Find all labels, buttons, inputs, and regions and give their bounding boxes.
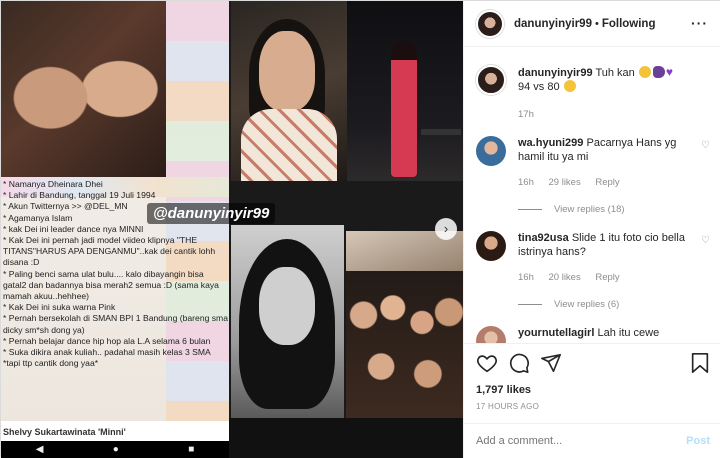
post-details: danunyinyir99 • Following ··· danunyinyi… (463, 1, 720, 458)
view-replies-button[interactable]: View replies (18) (518, 204, 710, 215)
avatar[interactable] (476, 65, 506, 95)
post-media[interactable]: * Namanya Dheinara Dhei * Lahir di Bandu… (1, 1, 463, 458)
comment: yournutellagirl Lah itu cewe (476, 326, 710, 343)
caption: danunyinyir99 Tuh kan ♥ 94 vs 80 (476, 65, 710, 95)
purple-heart-icon: ♥ (665, 65, 673, 79)
heart-outline-icon[interactable]: ♡ (701, 140, 710, 151)
comment-likes[interactable]: 20 likes (549, 272, 581, 283)
collage-caption-line: * Pernah belajar dance hip hop ala L.A s… (3, 335, 211, 346)
collage-caption-line: * Kak Dei ini suka warna Pink (3, 302, 116, 313)
home-icon: ● (112, 444, 119, 455)
caption-time: 17h (518, 109, 534, 120)
avatar[interactable] (476, 136, 506, 166)
post-header: danunyinyir99 • Following ··· (464, 1, 720, 47)
comment-username[interactable]: yournutellagirl (518, 327, 594, 339)
post-comment-button[interactable]: Post (686, 435, 710, 447)
avatar[interactable] (476, 326, 506, 343)
collage-caption-line: * kak Dei ini leader dance nya MINNI (3, 223, 144, 234)
save-bookmark-icon[interactable] (690, 352, 710, 374)
separator-dot: • (594, 17, 599, 30)
post-timestamp[interactable]: 17 HOURS AGO (476, 402, 710, 411)
comment-username[interactable]: wa.hyuni299 (518, 137, 583, 149)
more-options-icon[interactable]: ··· (691, 15, 708, 31)
back-icon: ◀ (35, 444, 44, 455)
collage-photo-two-women (1, 1, 166, 177)
collage-name-bar: Shelvy Sukartawinata 'Minni' (1, 421, 229, 441)
header-username[interactable]: danunyinyir99 (514, 18, 592, 30)
caption-username[interactable]: danunyinyir99 (518, 67, 593, 79)
collage-caption-line: * Paling benci sama ulat bulu.... kalo d… (3, 268, 219, 302)
view-replies-label[interactable]: View replies (18) (554, 204, 625, 215)
comment-bubble-icon[interactable] (508, 352, 530, 374)
comment-time: 16h (518, 177, 534, 188)
comment-username[interactable]: tina92usa (518, 232, 569, 244)
share-send-icon[interactable] (540, 352, 562, 374)
grimace-emoji-icon (638, 66, 651, 78)
avatar[interactable] (476, 9, 504, 38)
heart-outline-icon[interactable]: ♡ (701, 235, 710, 246)
view-replies-label[interactable]: View replies (6) (554, 299, 619, 310)
post-actions: 1,797 likes 17 HOURS AGO (464, 343, 720, 415)
android-nav-bar: ◀ ● ■ (1, 441, 229, 458)
collage-photo-woman-seated (231, 1, 347, 181)
collage-photo-group (346, 231, 463, 418)
caption-text: Tuh kan (595, 67, 635, 79)
collage-photo-red-dress (347, 1, 463, 181)
comment-time: 16h (518, 272, 534, 283)
recents-icon: ■ (188, 444, 195, 455)
avatar[interactable] (476, 231, 506, 261)
comments-list[interactable]: danunyinyir99 Tuh kan ♥ 94 vs 80 17h wa.… (464, 47, 720, 343)
reply-button[interactable]: Reply (595, 272, 619, 283)
comment-input[interactable] (476, 435, 687, 447)
collage-photo-bw-portrait (231, 225, 344, 418)
instagram-post: * Namanya Dheinara Dhei * Lahir di Bandu… (0, 0, 720, 458)
collage-caption-line: * Namanya Dheinara Dhei (3, 179, 103, 189)
eggplant-emoji-icon (652, 66, 665, 78)
collage-caption-line: * Lahir di Bandung, tanggal 19 Juli 1994 (3, 190, 156, 201)
watermark: @danunyinyir99 (147, 203, 276, 224)
comment-likes[interactable]: 29 likes (549, 177, 581, 188)
collage-caption-line: * Kak Dei ini pernah jadi model viideo k… (3, 235, 216, 268)
like-heart-icon[interactable] (476, 352, 498, 374)
comment: tina92usa Slide 1 itu foto cio bella ist… (476, 231, 710, 285)
following-button[interactable]: Following (602, 18, 656, 30)
comment: wa.hyuni299 Pacarnya Hans yg hamil itu y… (476, 136, 710, 190)
comment-text: Lah itu cewe (597, 327, 660, 339)
add-comment-bar: Post (464, 423, 720, 458)
grimace-emoji-icon (563, 80, 576, 92)
collage-caption-line: * Suka dikira anak kuliah.. padahal masi… (3, 347, 211, 369)
next-slide-button[interactable]: › (435, 218, 457, 240)
view-replies-button[interactable]: View replies (6) (518, 299, 710, 310)
likes-count[interactable]: 1,797 likes (476, 384, 710, 396)
collage-caption-line: * Pernah bersekolah di SMAN BPI 1 Bandun… (3, 313, 228, 335)
reply-button[interactable]: Reply (595, 177, 619, 188)
caption-text-2: 94 vs 80 (518, 81, 560, 93)
